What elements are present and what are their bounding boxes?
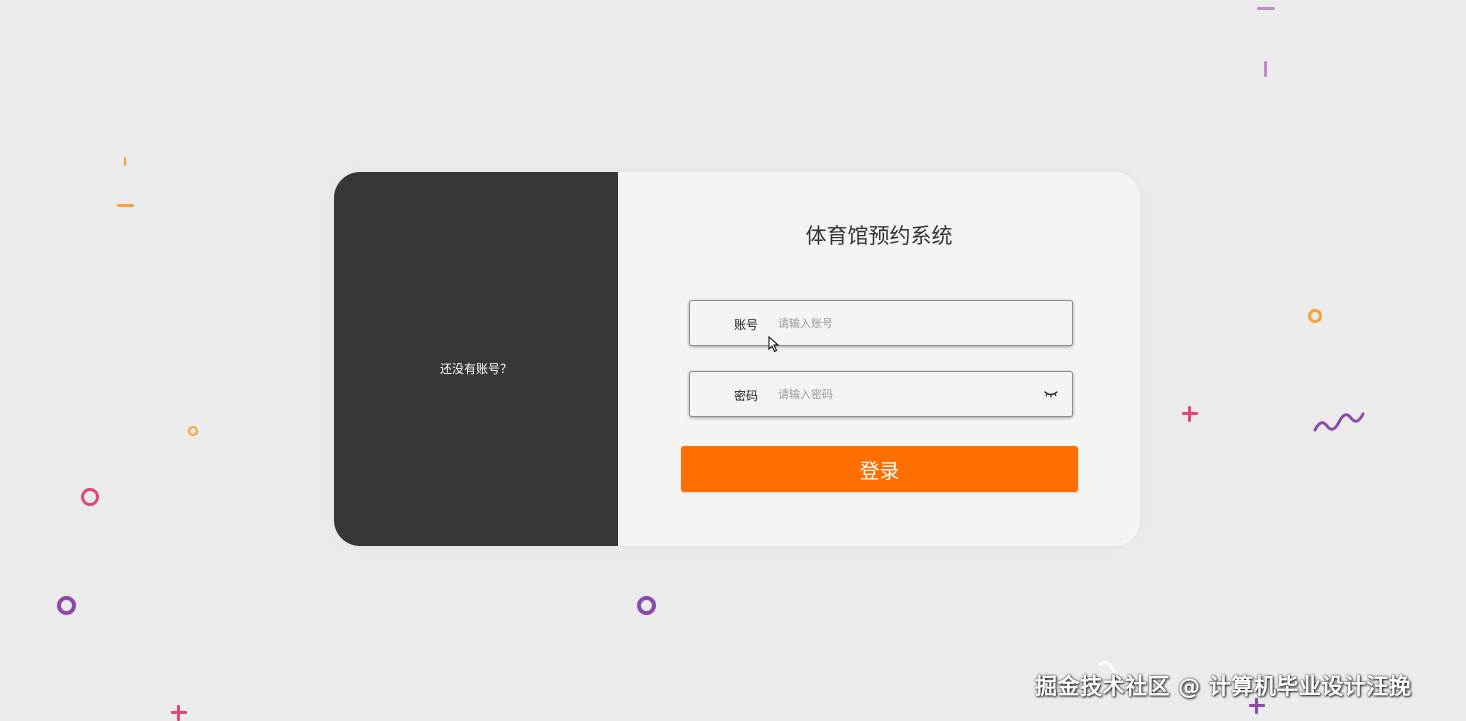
confetti-ring bbox=[81, 488, 99, 506]
confetti-ring bbox=[1308, 309, 1322, 323]
system-title: 体育馆预约系统 bbox=[805, 224, 953, 248]
account-label: 账号 bbox=[734, 318, 759, 332]
login-button[interactable]: 登录 bbox=[681, 446, 1078, 492]
confetti-dash bbox=[1264, 61, 1267, 77]
mouse-cursor-icon bbox=[768, 336, 780, 353]
confetti-dash bbox=[117, 204, 134, 207]
confetti-ring bbox=[57, 596, 76, 615]
login-panel: 体育馆预约系统 账号 密码 登录 bbox=[618, 172, 1140, 546]
confetti-ring bbox=[637, 596, 656, 615]
account-field[interactable]: 账号 bbox=[689, 300, 1073, 346]
password-label: 密码 bbox=[734, 389, 759, 403]
password-input[interactable] bbox=[778, 382, 1028, 406]
account-input[interactable] bbox=[778, 311, 1028, 335]
no-account-link[interactable]: 还没有账号？ bbox=[334, 360, 618, 377]
register-panel: 还没有账号？ bbox=[334, 172, 618, 546]
confetti-squiggle bbox=[1313, 412, 1365, 432]
login-card: 还没有账号？ 体育馆预约系统 账号 密码 登录 bbox=[334, 172, 1140, 546]
confetti-dash bbox=[1257, 7, 1275, 10]
password-field[interactable]: 密码 bbox=[689, 371, 1073, 417]
eye-closed-icon[interactable] bbox=[1044, 389, 1058, 399]
confetti-ring bbox=[188, 426, 198, 436]
watermark-text: 掘金技术社区 @ 计算机毕业设计汪挽 bbox=[1035, 675, 1412, 700]
confetti-dash bbox=[124, 157, 126, 166]
confetti-plus bbox=[1182, 406, 1198, 422]
